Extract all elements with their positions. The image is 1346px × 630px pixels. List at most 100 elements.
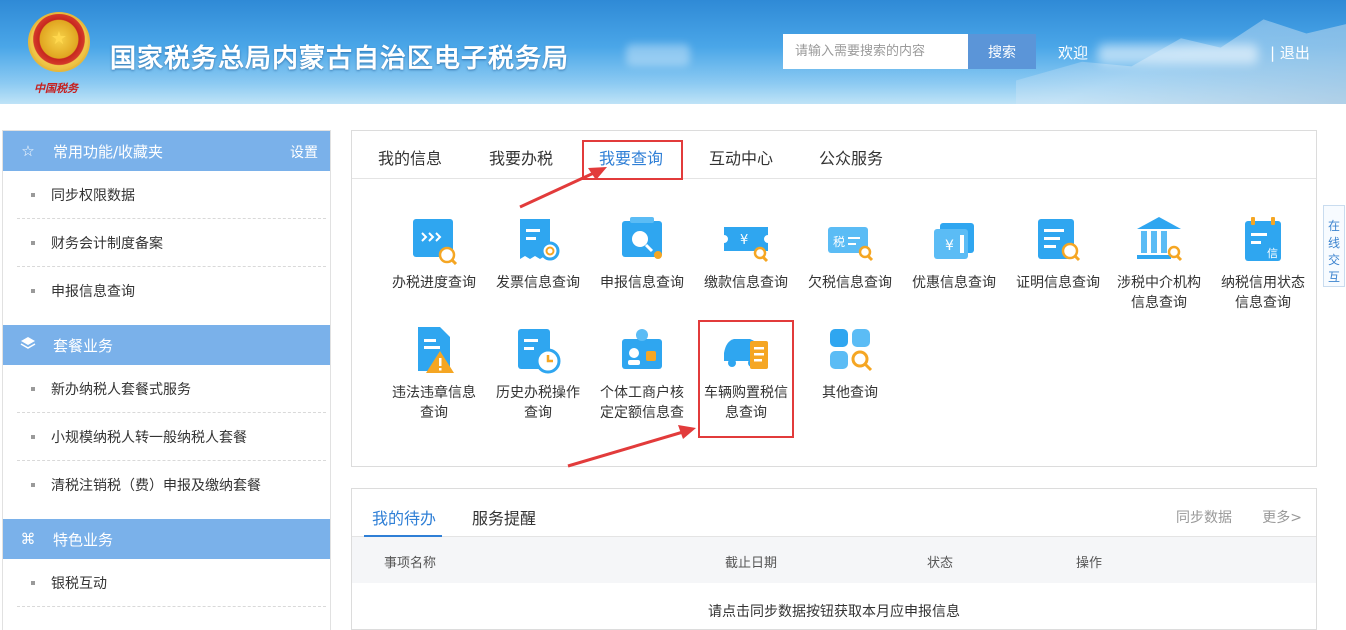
tax-arrears-search-icon: 税 — [828, 227, 874, 262]
certificate-search-icon — [1038, 219, 1081, 262]
bullet-icon — [31, 435, 35, 439]
sidebar-section-title: 特色业务 — [53, 530, 114, 549]
query-item-arrears[interactable]: 税 欠税信息查询 — [800, 215, 900, 293]
query-item-agency[interactable]: 涉税中介机构 信息查询 — [1109, 215, 1209, 313]
bullet-icon — [31, 193, 35, 197]
column-header: 事项名称 — [384, 556, 437, 571]
query-item-certificate[interactable]: 证明信息查询 — [1008, 215, 1108, 293]
tab-public-service[interactable]: 公众服务 — [819, 145, 883, 169]
sidebar-item-declaration-query[interactable]: 申报信息查询 — [3, 267, 330, 315]
star-icon: ☆ — [21, 142, 35, 160]
history-clock-icon — [518, 329, 561, 374]
apps-search-icon — [830, 329, 873, 372]
query-item-label: 申报信息查询 — [600, 275, 684, 291]
query-item-individual[interactable]: 个体工商户核 定定额信息查 — [592, 325, 692, 423]
query-item-label: 证明信息查询 — [1016, 275, 1100, 291]
column-header: 截止日期 — [725, 556, 778, 571]
todo-tabs: 我的待办 服务提醒 同步数据 更多> — [352, 489, 1316, 537]
emblem-caption: 中国税务 — [34, 82, 78, 95]
bullet-icon — [31, 483, 35, 487]
welcome-text: 欢迎 — [1058, 44, 1089, 62]
sidebar-item-label: 银税互动 — [51, 576, 107, 592]
sidebar: ☆ 常用功能/收藏夹 设置 同步权限数据 财务会计制度备案 申报信息查询 套餐业… — [2, 130, 331, 630]
query-item-declaration[interactable]: 申报信息查询 — [592, 215, 692, 293]
sidebar-item-sync-permission[interactable]: 同步权限数据 — [3, 171, 330, 219]
sidebar-item-bank-tax[interactable]: 银税互动 — [3, 559, 330, 607]
logout-link[interactable]: | 退出 — [1270, 42, 1310, 63]
query-grid: 办税进度查询 发票信息查询 申报信息查询 ¥ 缴款信息查询 税 欠税信息查询 ¥… — [352, 179, 1318, 467]
settings-link[interactable]: 设置 — [290, 142, 318, 162]
sidebar-section-favorites[interactable]: ☆ 常用功能/收藏夹 设置 — [3, 131, 330, 171]
query-item-label: 发票信息查询 — [496, 275, 580, 291]
query-item-credit[interactable]: 信 纳税信用状态 信息查询 — [1213, 215, 1313, 313]
main-panel: 我的信息 我要办税 我要查询 互动中心 公众服务 办税进度查询 发票信息查询 申… — [351, 130, 1317, 467]
payment-search-icon: ¥ — [724, 227, 769, 263]
column-header: 状态 — [927, 556, 954, 571]
main-tabs: 我的信息 我要办税 我要查询 互动中心 公众服务 — [352, 131, 1316, 180]
redacted-username — [1098, 44, 1258, 64]
search-input[interactable] — [783, 34, 968, 69]
site-title: 国家税务总局内蒙古自治区电子税务局 — [110, 44, 570, 74]
sidebar-item-label: 申报信息查询 — [51, 284, 135, 300]
query-item-payment[interactable]: ¥ 缴款信息查询 — [696, 215, 796, 293]
tab-my-todo[interactable]: 我的待办 — [372, 505, 436, 529]
search-button[interactable]: 搜索 — [968, 34, 1036, 69]
bullet-icon — [31, 289, 35, 293]
query-item-label: 涉税中介机构 信息查询 — [1117, 275, 1201, 311]
online-interaction-tab[interactable]: 在线交互 — [1323, 205, 1345, 287]
discount-search-icon: ¥ — [934, 223, 974, 259]
query-item-label: 历史办税操作 查询 — [496, 385, 580, 421]
table-header: 事项名称 截止日期 状态 操作 — [352, 537, 1316, 583]
bullet-icon — [31, 581, 35, 585]
query-item-label: 违法违章信息 查询 — [392, 385, 476, 421]
redacted-region — [626, 44, 690, 66]
declaration-search-icon — [622, 217, 662, 259]
query-item-progress[interactable]: 办税进度查询 — [384, 215, 484, 293]
top-banner: ★ 中国税务 国家税务总局内蒙古自治区电子税务局 搜索 欢迎 | 退出 — [0, 0, 1346, 104]
query-item-violation[interactable]: 违法违章信息 查询 — [384, 325, 484, 423]
query-item-label: 个体工商户核 定定额信息查 — [600, 385, 684, 421]
layers-icon — [17, 335, 39, 355]
svg-text:信: 信 — [1267, 247, 1278, 260]
sidebar-item-new-taxpayer[interactable]: 新办纳税人套餐式服务 — [3, 365, 330, 413]
query-item-label: 缴款信息查询 — [704, 275, 788, 291]
svg-text:¥: ¥ — [945, 238, 954, 254]
highlight-box — [698, 320, 794, 438]
query-item-label: 纳税信用状态 信息查询 — [1221, 275, 1305, 311]
credit-status-icon: 信 — [1245, 217, 1281, 261]
sidebar-section-title: 常用功能/收藏夹 — [53, 142, 164, 161]
sidebar-item-label: 同步权限数据 — [51, 188, 135, 204]
query-item-invoice[interactable]: 发票信息查询 — [488, 215, 588, 293]
svg-text:¥: ¥ — [740, 233, 748, 248]
sidebar-item-deregistration[interactable]: 清税注销税（费）申报及缴纳套餐 — [3, 461, 330, 509]
sidebar-section-packages[interactable]: 套餐业务 — [3, 325, 330, 365]
highlight-box — [582, 140, 683, 180]
tax-emblem-icon: ★ — [28, 12, 90, 72]
more-link[interactable]: 更多> — [1262, 507, 1302, 527]
violation-warning-icon — [418, 327, 454, 373]
sidebar-item-label: 新办纳税人套餐式服务 — [51, 382, 191, 398]
query-item-label: 办税进度查询 — [392, 275, 476, 291]
sync-data-link[interactable]: 同步数据 — [1176, 507, 1232, 527]
query-item-other[interactable]: 其他查询 — [800, 325, 900, 403]
individual-business-icon — [622, 329, 662, 369]
query-item-history[interactable]: 历史办税操作 查询 — [488, 325, 588, 423]
sidebar-item-small-to-general[interactable]: 小规模纳税人转一般纳税人套餐 — [3, 413, 330, 461]
sidebar-item-label: 小规模纳税人转一般纳税人套餐 — [51, 430, 247, 446]
tab-service-reminder[interactable]: 服务提醒 — [472, 505, 536, 529]
bullet-icon — [31, 387, 35, 391]
query-item-label: 欠税信息查询 — [808, 275, 892, 291]
sidebar-item-accounting-filing[interactable]: 财务会计制度备案 — [3, 219, 330, 267]
query-item-discount[interactable]: ¥ 优惠信息查询 — [904, 215, 1004, 293]
empty-message: 请点击同步数据按钮获取本月应申报信息 — [708, 604, 960, 620]
sidebar-item-label: 财务会计制度备案 — [51, 236, 163, 252]
query-item-label: 优惠信息查询 — [912, 275, 996, 291]
svg-text:税: 税 — [833, 235, 845, 249]
invoice-search-icon — [520, 219, 560, 261]
tab-handle-tax[interactable]: 我要办税 — [489, 145, 553, 169]
bullet-icon — [31, 241, 35, 245]
tab-interaction[interactable]: 互动中心 — [709, 145, 773, 169]
tab-my-info[interactable]: 我的信息 — [378, 145, 442, 169]
sidebar-section-featured[interactable]: ⌘ 特色业务 — [3, 519, 330, 559]
query-item-label: 其他查询 — [822, 385, 878, 401]
